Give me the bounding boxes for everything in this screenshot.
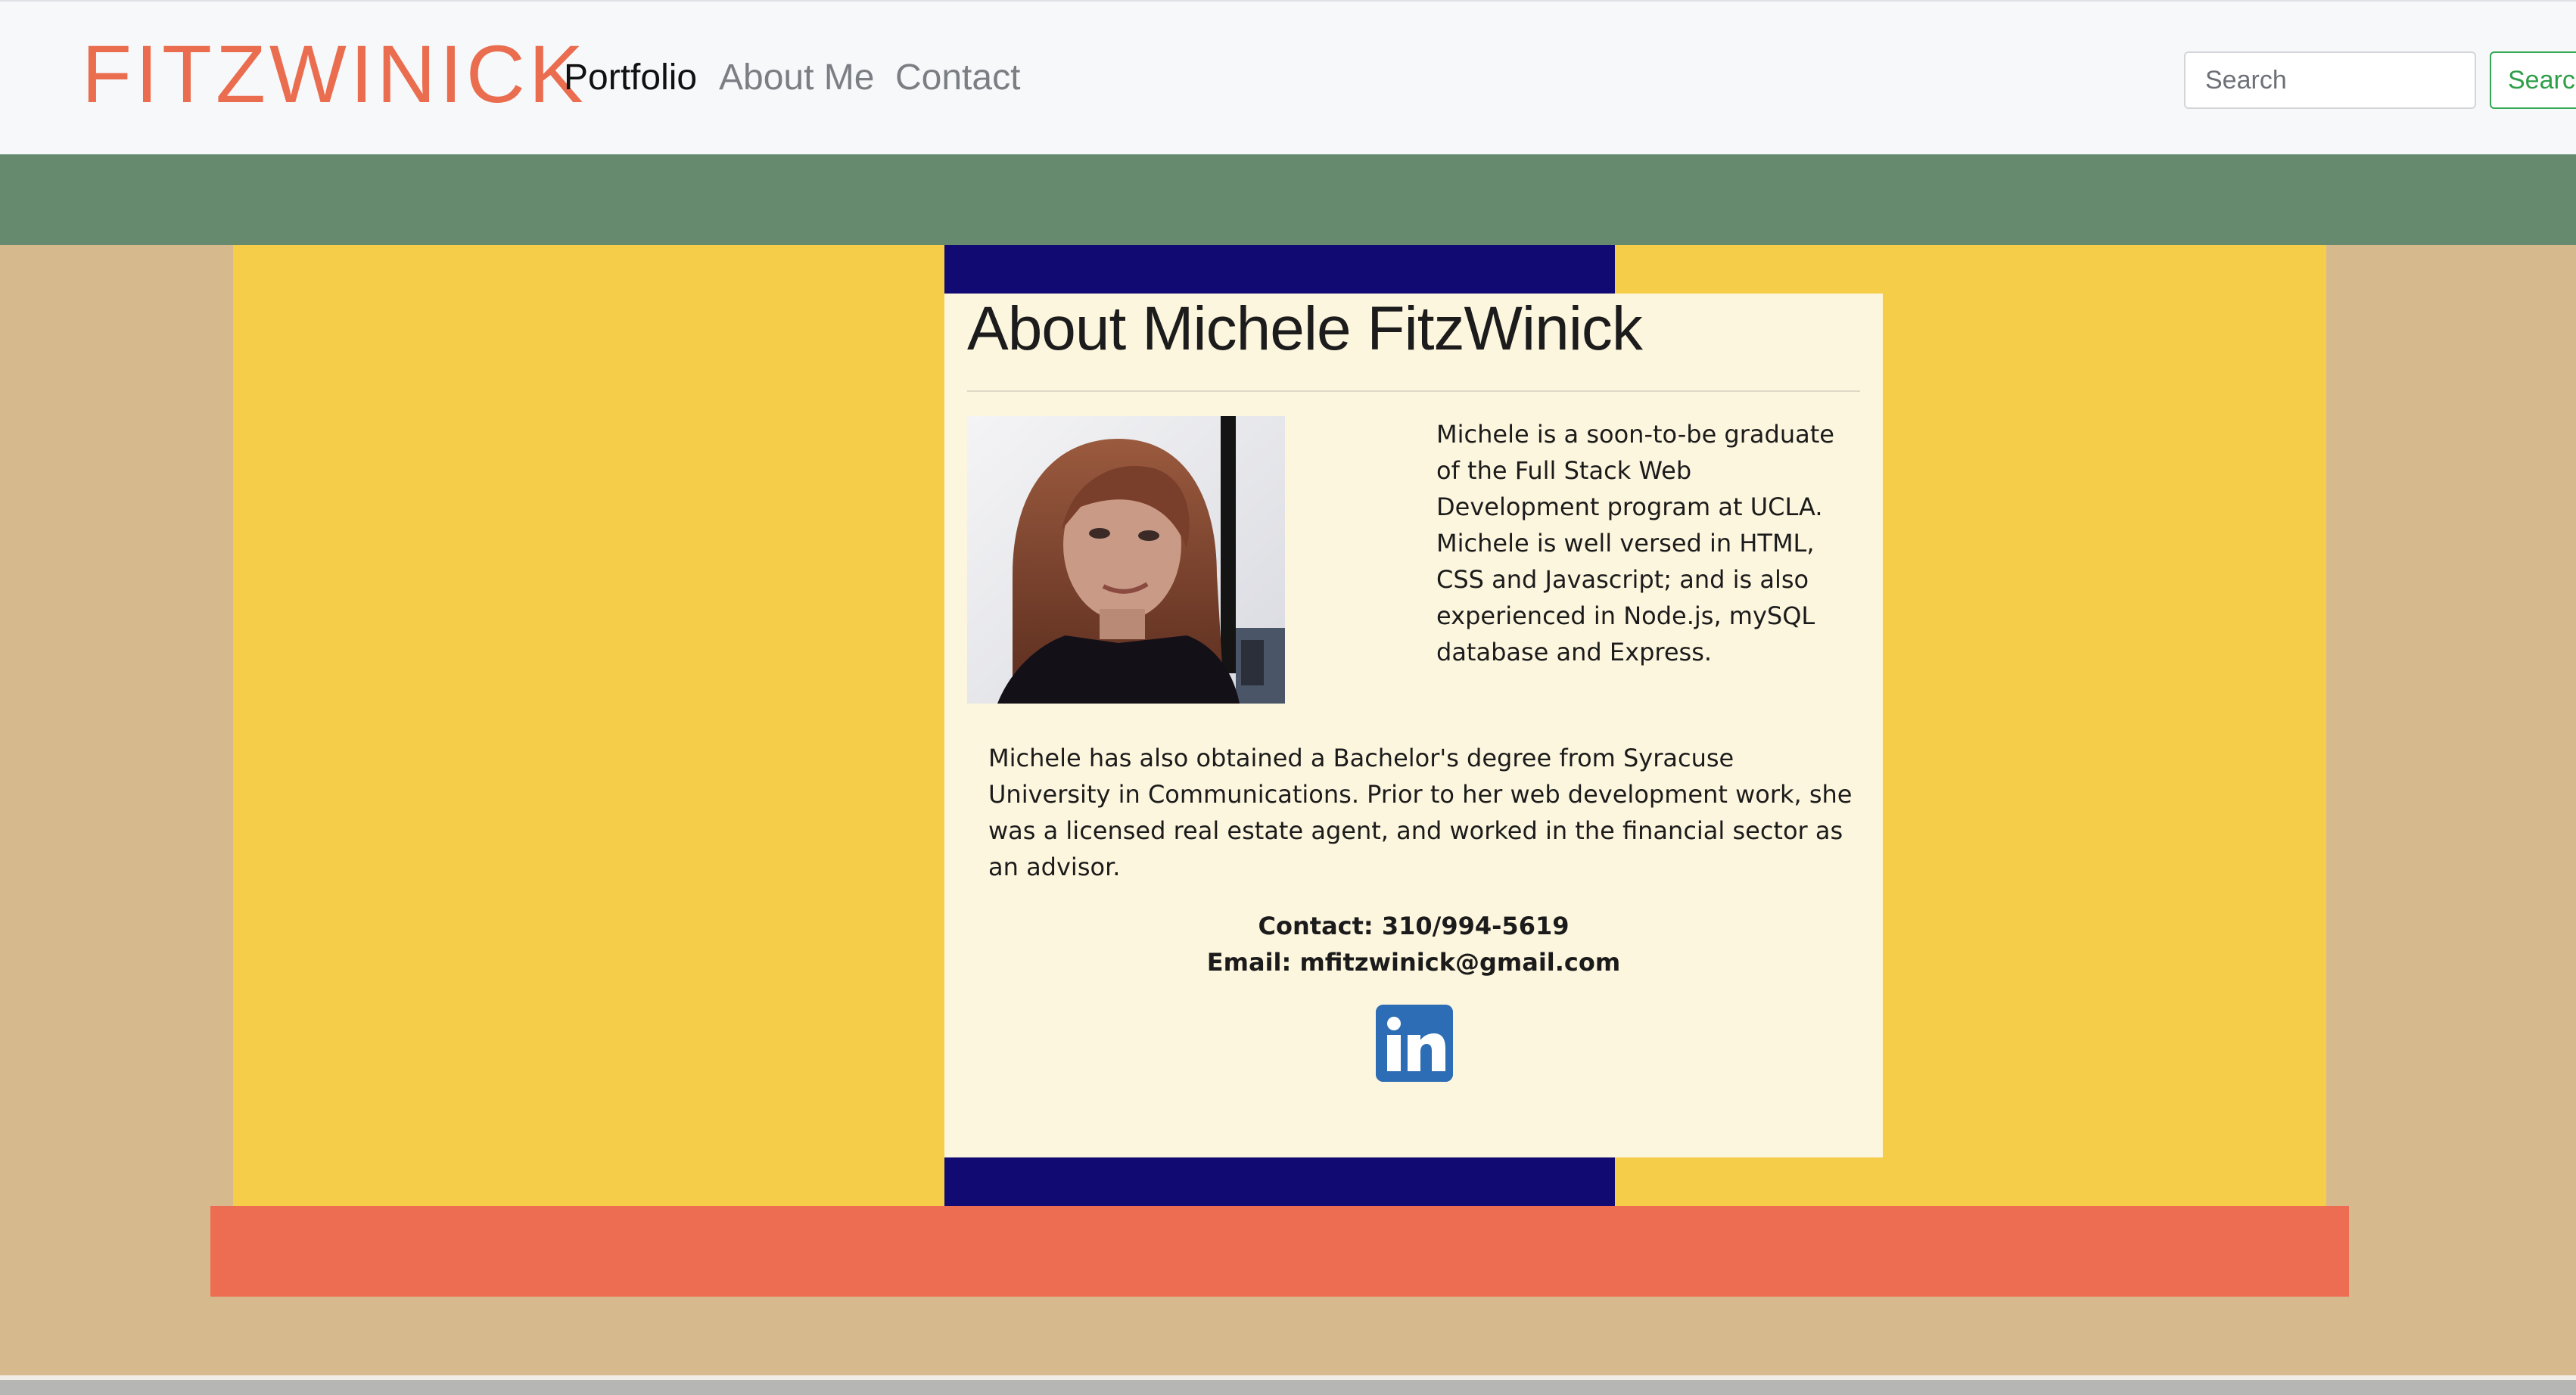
profile-photo — [967, 416, 1285, 704]
bio-paragraph-2: Michele has also obtained a Bachelor's d… — [988, 744, 1853, 881]
navy-accent-bottom — [944, 1157, 1615, 1206]
brand-logo[interactable]: FITZWINICK — [82, 33, 587, 115]
navy-accent-top — [944, 245, 1615, 294]
top-navbar: FITZWINICK Portfolio About Me Contact Se… — [0, 0, 2576, 154]
title-divider — [967, 390, 1860, 392]
nav-link-about-me[interactable]: About Me — [719, 56, 874, 100]
nav-link-portfolio[interactable]: Portfolio — [564, 56, 697, 100]
about-title: About Michele FitzWinick — [967, 294, 1643, 363]
bottom-scrollbar-strip — [0, 1380, 2576, 1395]
bio-paragraph-1: Michele is a soon-to-be graduate of the … — [1436, 420, 1834, 666]
coral-footer-band — [210, 1206, 2349, 1297]
contact-phone: Contact: 310/994-5619 — [1258, 912, 1570, 940]
nav-link-contact[interactable]: Contact — [895, 56, 1020, 100]
search-button[interactable]: Search — [2490, 51, 2576, 109]
contact-email: Email: mfitzwinick@gmail.com — [1206, 948, 1621, 977]
linkedin-icon[interactable] — [1376, 1005, 1453, 1082]
green-header-band — [0, 154, 2576, 245]
search-input[interactable] — [2184, 51, 2476, 109]
about-card: About Michele FitzWinick Michele is a so… — [944, 294, 1883, 1157]
